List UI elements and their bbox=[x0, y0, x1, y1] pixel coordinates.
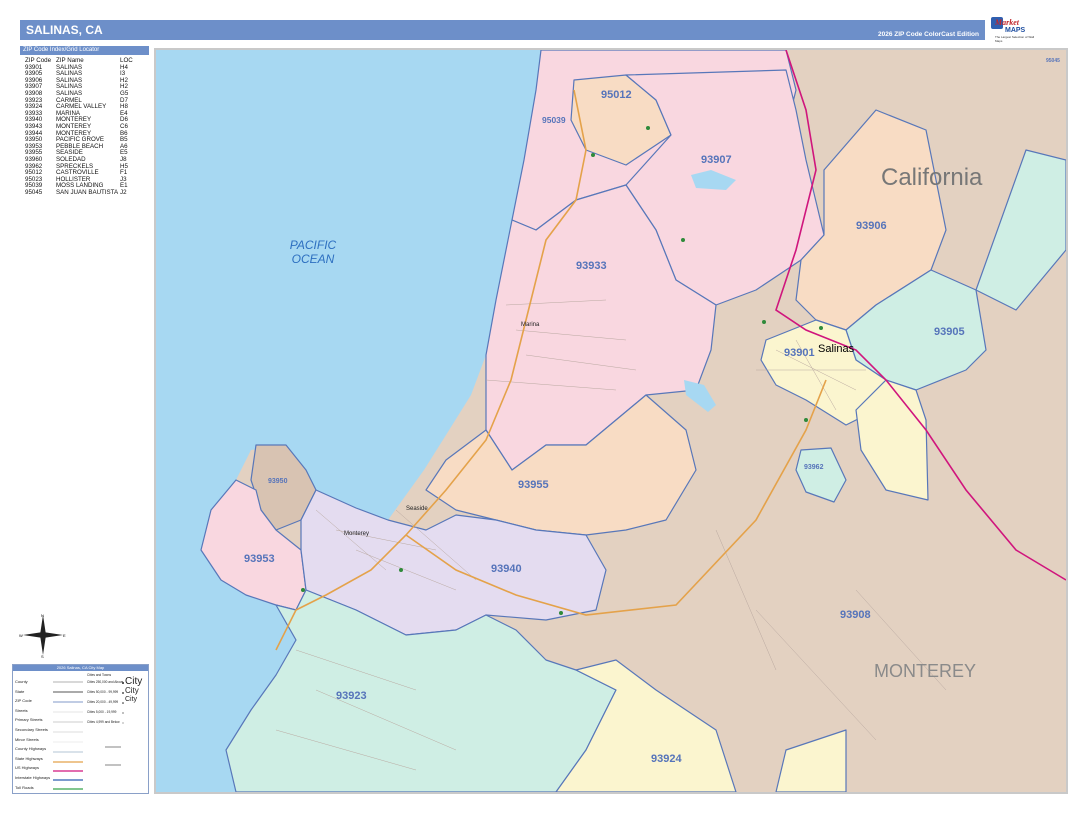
logo-tagline: The Largest Selection of Wall Maps bbox=[995, 35, 1035, 43]
legend-symbols bbox=[53, 681, 124, 790]
zip-label-93923: 93923 bbox=[336, 690, 367, 702]
zip-label-93940: 93940 bbox=[491, 563, 522, 575]
market-maps-logo: Market MAPS The Largest Selection of Wal… bbox=[991, 17, 1039, 43]
compass-e: E bbox=[63, 633, 66, 638]
zip-label-95039: 95039 bbox=[542, 115, 566, 125]
ocean-label-line-1: PACIFIC bbox=[290, 238, 337, 252]
state-label: California bbox=[881, 164, 983, 191]
compass-rose-icon: N S W E bbox=[19, 613, 66, 658]
zip-label-93955: 93955 bbox=[518, 479, 549, 491]
compass-n: N bbox=[41, 613, 44, 618]
zip-label-93907: 93907 bbox=[701, 154, 732, 166]
zip-label-95012: 95012 bbox=[601, 89, 632, 101]
zip-label-93953: 93953 bbox=[244, 553, 275, 565]
map-title: SALINAS, CA bbox=[26, 23, 103, 37]
zip-code-map[interactable]: .zb { stroke:#5877b9; stroke-width:1.2; … bbox=[154, 48, 1068, 794]
logo-brand-top: Market bbox=[995, 18, 1019, 27]
zip-label-93905: 93905 bbox=[934, 326, 965, 338]
compass-s: S bbox=[41, 654, 44, 658]
zip-index-cell: 95045 bbox=[25, 188, 43, 196]
city-label-seaside: Seaside bbox=[406, 506, 428, 512]
city-label-monterey: Monterey bbox=[344, 531, 369, 537]
zip-label-93906: 93906 bbox=[856, 220, 887, 232]
zip-label-93933: 93933 bbox=[576, 260, 607, 272]
zip-index-cell: SAN JUAN BAUTISTA bbox=[56, 188, 119, 196]
map-legend: 2026 Salinas, CA City Map County State ZIP… bbox=[12, 664, 149, 794]
compass-w: W bbox=[19, 633, 23, 638]
zip-label-93901: 93901 bbox=[784, 347, 815, 359]
city-label-salinas: Salinas bbox=[818, 343, 855, 355]
logo-brand-bottom: MAPS bbox=[1005, 27, 1026, 34]
zip-label-93950: 93950 bbox=[268, 478, 288, 485]
title-bar: SALINAS, CA 2026 ZIP Code ColorCast Edit… bbox=[20, 20, 985, 40]
zip-index-title: ZIP Code Index/Grid Locator bbox=[20, 46, 149, 55]
ocean-label-line-2: OCEAN bbox=[292, 252, 335, 266]
county-label: MONTEREY bbox=[874, 661, 976, 681]
zip-label-95045: 95045 bbox=[1046, 58, 1060, 64]
edition-label: 2026 ZIP Code ColorCast Edition bbox=[877, 31, 979, 38]
zip-label-93908: 93908 bbox=[840, 609, 871, 621]
city-label-marina: Marina bbox=[521, 322, 540, 328]
map-canvas[interactable]: .zb { stroke:#5877b9; stroke-width:1.2; … bbox=[156, 50, 1066, 792]
publisher-fine-print bbox=[1042, 19, 1072, 37]
zip-label-93962: 93962 bbox=[804, 464, 824, 471]
zip-index-row: 95045 SAN JUAN BAUTISTA J2 bbox=[20, 188, 149, 197]
zip-index-table: ZIP Code Index/Grid Locator ZIP Code ZIP… bbox=[20, 46, 149, 196]
zip-label-93924: 93924 bbox=[651, 753, 682, 765]
zip-index-cell: J2 bbox=[120, 188, 127, 196]
